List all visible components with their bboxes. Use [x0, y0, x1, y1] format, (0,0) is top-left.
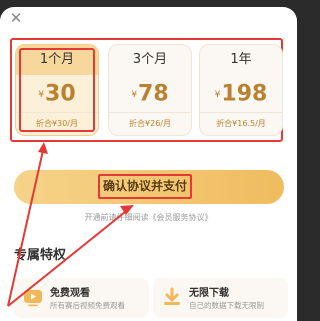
play-video-icon	[24, 290, 42, 307]
plan-card-1-month[interactable]: 1个月 ¥30 折合¥30/月	[15, 44, 99, 136]
plan-period: 1年	[230, 52, 252, 67]
plan-per-month: 折合¥16.5/月	[200, 112, 282, 135]
agreement-link[interactable]: 《会员服务协议》	[149, 213, 213, 222]
privilege-title: 免费观看	[50, 288, 90, 299]
download-icon	[164, 287, 180, 305]
privilege-title: 无限下载	[189, 288, 229, 299]
plan-price: ¥198	[200, 75, 282, 113]
plan-currency: ¥	[214, 89, 221, 100]
privilege-unlimited-download: 无限下载 自己的数据下载无限制	[153, 278, 288, 318]
privilege-desc: 自己的数据下载无限制	[189, 301, 264, 310]
agreement-text: 开通前请仔细阅读《会员服务协议》	[0, 212, 297, 226]
privileges-title: 专属特权	[14, 248, 67, 263]
plan-card-1-year[interactable]: 1年 ¥198 折合¥16.5/月	[199, 44, 283, 136]
annotation-frame-pay-button	[98, 174, 192, 199]
plan-card-3-months[interactable]: 3个月 ¥78 折合¥26/月	[108, 44, 192, 136]
plan-price-value: 198	[221, 81, 268, 107]
privilege-desc: 所有赛后视频免费观看	[50, 301, 125, 310]
plan-per-month: 折合¥26/月	[109, 112, 191, 135]
annotation-frame-selected-plan	[19, 48, 95, 132]
plan-price-value: 78	[138, 81, 169, 107]
agreement-prefix: 开通前请仔细阅读	[84, 213, 149, 222]
close-icon[interactable]: ✕	[7, 9, 25, 27]
plan-period: 3个月	[132, 52, 168, 67]
plan-currency: ¥	[131, 89, 138, 100]
privilege-free-watch: 免费观看 所有赛后视频免费观看	[14, 278, 149, 318]
plan-price: ¥78	[109, 75, 191, 113]
